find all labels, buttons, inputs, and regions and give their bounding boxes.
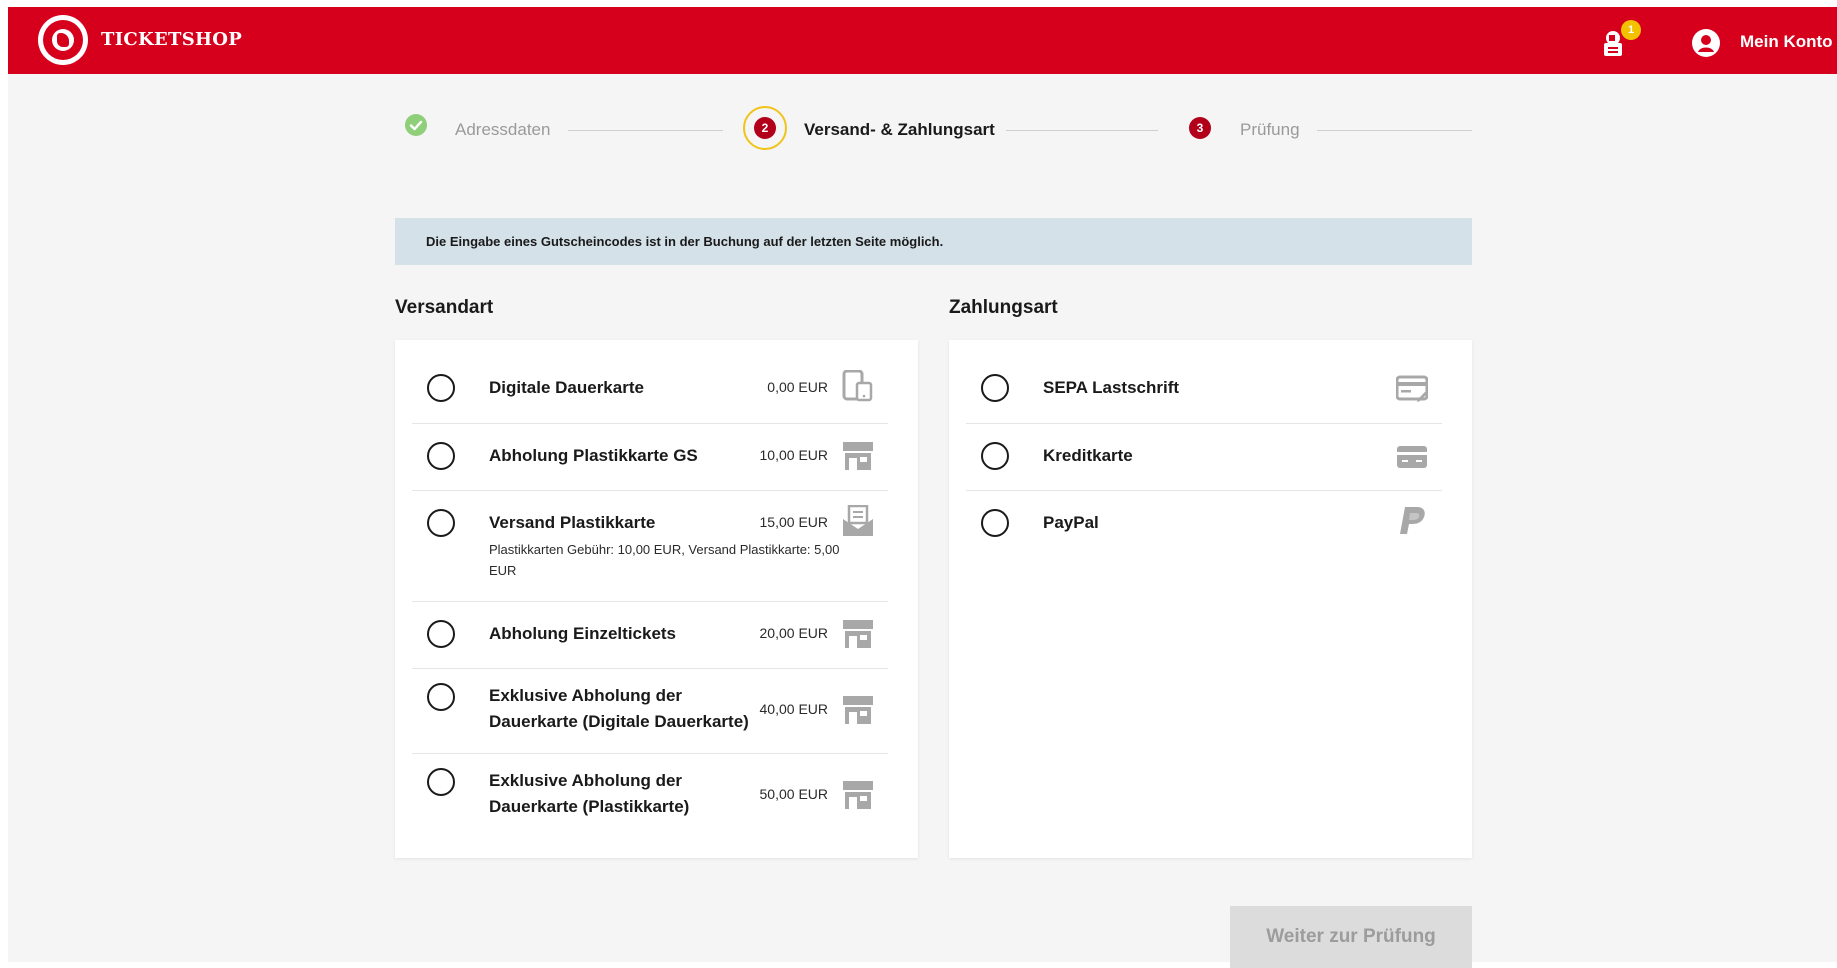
shipping-radio[interactable]: [427, 374, 455, 402]
shipping-option-label-line2: Dauerkarte (Digitale Dauerkarte): [489, 712, 749, 731]
step-divider: [568, 130, 723, 131]
shipping-radio[interactable]: [427, 442, 455, 470]
credit-card-icon: [1397, 446, 1427, 468]
shipping-option-label: Abholung Plastikkarte GS: [489, 446, 698, 465]
shipping-option-price: 50,00 EUR: [759, 786, 828, 802]
paypal-icon: [1400, 507, 1425, 534]
payment-section-title: Zahlungsart: [949, 297, 1058, 318]
shipping-option[interactable]: Abholung Einzeltickets 20,00 EUR: [412, 602, 888, 669]
shipping-section-title: Versandart: [395, 297, 494, 318]
store-icon: [843, 781, 873, 809]
shipping-option-price: 20,00 EUR: [759, 625, 828, 641]
voucher-info-banner: Die Eingabe eines Gutscheincodes ist in …: [395, 218, 1472, 265]
mobile-device-icon: [842, 370, 873, 402]
store-icon: [843, 696, 873, 724]
page: TICKETSHOP 1 Mein Konto Adressdaten 2 Ve…: [8, 7, 1837, 968]
step-divider: [1006, 130, 1158, 131]
shipping-option-price: 15,00 EUR: [759, 514, 828, 530]
shipping-option[interactable]: Exklusive Abholung der Dauerkarte (Plast…: [412, 754, 888, 838]
shipping-radio[interactable]: [427, 768, 455, 796]
top-header: TICKETSHOP 1 Mein Konto: [8, 7, 1837, 74]
payment-radio[interactable]: [981, 374, 1009, 402]
brand-name[interactable]: TICKETSHOP: [101, 29, 242, 50]
payment-option-label: SEPA Lastschrift: [1043, 378, 1180, 397]
payment-option[interactable]: PayPal: [966, 491, 1442, 557]
shipping-option[interactable]: Digitale Dauerkarte 0,00 EUR: [412, 356, 888, 424]
envelope-icon: [843, 505, 873, 536]
shipping-option-price: 10,00 EUR: [759, 447, 828, 463]
shipping-option-label-line1: Exklusive Abholung der: [489, 686, 683, 705]
payment-option-label: Kreditkarte: [1043, 446, 1133, 465]
step-1-label[interactable]: Adressdaten: [455, 120, 550, 140]
payment-option-label: PayPal: [1043, 513, 1099, 532]
store-icon: [843, 442, 873, 470]
deg-logo[interactable]: [38, 15, 88, 65]
payment-options-panel: SEPA Lastschrift Kreditkarte PayPal: [949, 340, 1472, 858]
shipping-option-label: Versand Plastikkarte: [489, 513, 656, 532]
shipping-radio[interactable]: [427, 683, 455, 711]
shipping-option-price: 40,00 EUR: [759, 701, 828, 717]
shipping-option-label: Digitale Dauerkarte: [489, 378, 644, 397]
user-account-icon[interactable]: [1692, 29, 1720, 57]
shipping-option[interactable]: Abholung Plastikkarte GS 10,00 EUR: [412, 424, 888, 491]
shipping-radio[interactable]: [427, 620, 455, 648]
shipping-option-label-line1: Exklusive Abholung der: [489, 771, 683, 790]
shipping-option-details: Plastikkarten Gebühr: 10,00 EUR, Versand…: [489, 542, 840, 578]
shipping-radio[interactable]: [427, 509, 455, 537]
shipping-option[interactable]: Exklusive Abholung der Dauerkarte (Digit…: [412, 669, 888, 754]
payment-radio[interactable]: [981, 509, 1009, 537]
cart-count-badge: 1: [1621, 20, 1641, 40]
step-3-number: 3: [1189, 117, 1211, 139]
shipping-option-price: 0,00 EUR: [767, 379, 828, 395]
store-icon: [843, 620, 873, 648]
step-2-number: 2: [754, 117, 776, 139]
shipping-option-label: Abholung Einzeltickets: [489, 624, 677, 643]
shipping-option-label-line2: Dauerkarte (Plastikkarte): [489, 797, 690, 816]
shipping-options-panel: Digitale Dauerkarte 0,00 EUR Abholung Pl…: [395, 340, 918, 858]
payment-option[interactable]: SEPA Lastschrift: [966, 356, 1442, 424]
account-link[interactable]: Mein Konto: [1740, 32, 1833, 52]
payment-option[interactable]: Kreditkarte: [966, 424, 1442, 491]
step-2-label: Versand- & Zahlungsart: [804, 120, 995, 139]
payment-radio[interactable]: [981, 442, 1009, 470]
step-3-label: Prüfung: [1240, 120, 1300, 139]
step-done-check-icon: [405, 114, 427, 136]
step-divider: [1317, 130, 1472, 131]
direct-debit-icon: [1396, 375, 1428, 402]
continue-to-review-button[interactable]: Weiter zur Prüfung: [1230, 906, 1472, 968]
shipping-option[interactable]: Versand Plastikkarte Plastikkarten Gebüh…: [412, 491, 888, 602]
